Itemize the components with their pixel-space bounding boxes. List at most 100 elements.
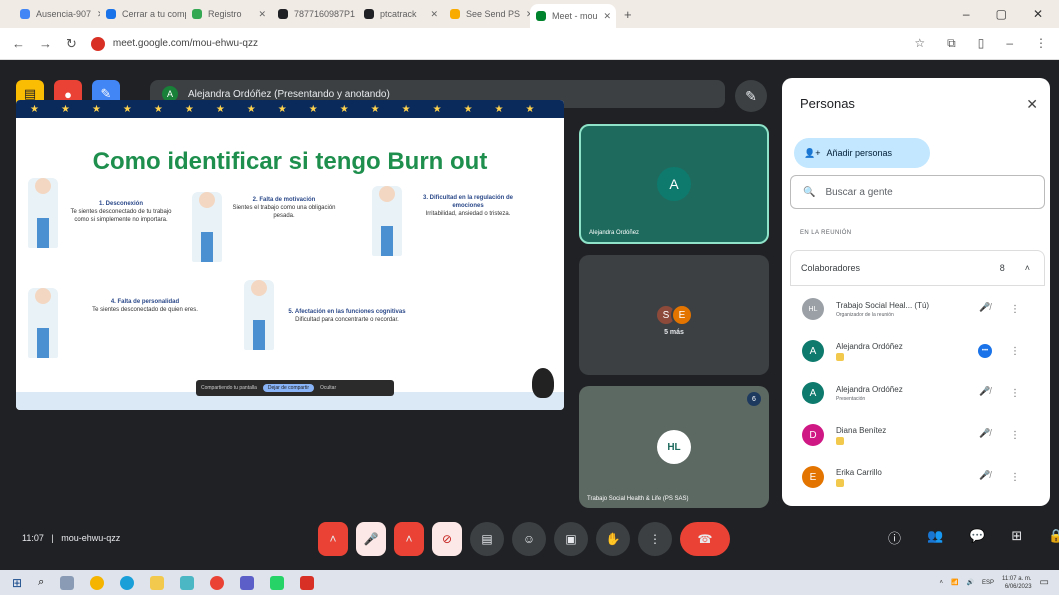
present-button[interactable]: ▣ <box>554 522 588 556</box>
participant-row[interactable]: A Alejandra Ordóñez ••• ⋮ <box>790 330 1045 372</box>
self-tile[interactable]: HL 6 Trabajo Social Health & Life (PS SA… <box>579 386 769 508</box>
call-controls-bar: 11:07 | mou-ehwu-qzz ˄ 🎤 ˄ ⊘ ▤ ☺ ▣ ✋ ⋮ ☎… <box>0 520 1059 560</box>
participant-avatar: A <box>657 167 691 201</box>
penguin-illustration <box>532 368 554 398</box>
file-explorer-icon[interactable] <box>150 575 165 590</box>
center-controls: ˄ 🎤 ˄ ⊘ ▤ ☺ ▣ ✋ ⋮ ☎ <box>318 522 730 556</box>
meeting-time: 11:07 <box>22 533 44 543</box>
app-icon[interactable] <box>180 575 195 590</box>
info-icon[interactable]: ⓘ <box>888 528 901 547</box>
participant-tile[interactable]: A Alejandra Ordóñez <box>579 124 769 244</box>
browser-tab[interactable]: See Send PS ✕ <box>444 4 530 24</box>
new-tab-icon[interactable]: + <box>624 7 632 22</box>
tab-close-icon[interactable]: ✕ <box>258 9 266 20</box>
tab-favicon-icon <box>450 9 460 19</box>
site-info-icon[interactable] <box>90 36 105 51</box>
mic-off-button[interactable]: 🎤 <box>356 522 386 556</box>
tray-chevron-icon[interactable]: ˄ <box>939 580 943 586</box>
block-title: 2. Falta de motivación <box>252 197 316 203</box>
participant-avatar: E <box>802 466 824 488</box>
browser-tab[interactable]: Ausencia-907✕ <box>14 4 100 24</box>
tab-close-icon[interactable]: ✕ <box>430 9 438 20</box>
acrobat-icon[interactable] <box>300 575 315 590</box>
more-options-icon[interactable]: ⋮ <box>1010 472 1020 483</box>
browser-tab[interactable]: 7877160987P1✕ <box>272 4 358 24</box>
meeting-code: mou-ehwu-qzz <box>61 533 121 543</box>
participant-row[interactable]: HL Trabajo Social Heal... (Tú) Organizado… <box>790 288 1045 330</box>
activities-icon[interactable]: ⊞ <box>1011 528 1022 547</box>
block-text: Irritabilidad, ansiedad o tristeza. <box>425 211 511 217</box>
chat-icon[interactable]: 💬 <box>969 528 985 547</box>
captions-button[interactable]: ▤ <box>470 522 504 556</box>
chrome-icon[interactable] <box>90 575 105 590</box>
back-icon[interactable]: ← <box>12 36 25 51</box>
volume-icon[interactable]: 🔊 <box>966 579 973 586</box>
browser-tab[interactable]: Cerrar a tu comp✕ <box>100 4 186 24</box>
tab-favicon-icon <box>106 9 116 19</box>
search-icon[interactable]: ⌕ <box>38 576 44 589</box>
section-header: EN LA REUNIÓN <box>800 230 852 236</box>
chrome-alt-icon[interactable] <box>210 575 225 590</box>
more-options-button[interactable]: ⋮ <box>638 522 672 556</box>
extension-icon[interactable]: ⧉ <box>947 36 956 51</box>
bookmark-star-icon[interactable]: ☆ <box>914 36 925 51</box>
participant-avatar: A <box>802 382 824 404</box>
side-panel-icon[interactable]: ▯ <box>978 36 985 51</box>
task-view-icon[interactable] <box>60 575 75 590</box>
audio-options-chevron-icon[interactable]: ˄ <box>318 522 348 556</box>
browser-tab-active[interactable]: Meet - mou ✕ <box>530 4 616 28</box>
participant-row[interactable]: A Alejandra Ordóñez Presentación 🎤̸ ⋮ <box>790 372 1045 414</box>
start-icon[interactable]: ⊞ <box>12 576 22 590</box>
block-title: 5. Afectación en las funciones cognitiva… <box>288 309 406 315</box>
chevron-up-icon[interactable]: ˄ <box>1025 263 1030 273</box>
forward-icon[interactable]: → <box>39 36 52 51</box>
annotate-pen-icon[interactable]: ✎ <box>735 80 767 112</box>
raise-hand-button[interactable]: ✋ <box>596 522 630 556</box>
leave-call-button[interactable]: ☎ <box>680 522 730 556</box>
people-icon[interactable]: 👥 <box>927 528 943 547</box>
url-field[interactable]: meet.google.com/mou-ehwu-qzz <box>90 36 871 51</box>
reload-icon[interactable]: ↻ <box>66 36 77 52</box>
more-options-icon[interactable]: ⋮ <box>1010 346 1020 357</box>
host-badge <box>836 352 844 361</box>
edge-icon[interactable] <box>120 575 135 590</box>
tab-close-icon[interactable]: ✕ <box>604 11 612 22</box>
slide-block: 5. Afectación en las funciones cognitiva… <box>288 308 406 324</box>
maximize-icon[interactable]: ▢ <box>996 7 1007 21</box>
mic-off-icon: 🎤̸ <box>979 428 991 438</box>
emoji-button[interactable]: ☺ <box>512 522 546 556</box>
meeting-time-code: 11:07 | mou-ehwu-qzz <box>22 533 121 543</box>
minimize-icon[interactable]: – <box>963 7 970 21</box>
people-search-input[interactable]: 🔍 Buscar a gente <box>790 175 1045 209</box>
contributors-group[interactable]: Colaboradores 8 ˄ <box>790 250 1045 286</box>
notifications-icon[interactable]: ▭ <box>1040 577 1049 588</box>
more-options-icon[interactable]: ⋮ <box>1010 388 1020 399</box>
close-window-icon[interactable]: ✕ <box>1033 7 1043 21</box>
whatsapp-icon[interactable] <box>270 575 285 590</box>
camera-off-button[interactable]: ⊘ <box>432 522 462 556</box>
more-options-icon[interactable]: ⋮ <box>1010 430 1020 441</box>
participant-avatar: E <box>671 304 693 326</box>
close-panel-icon[interactable]: ✕ <box>1026 96 1038 113</box>
clock[interactable]: 11:07 a. m. 6/06/2023 <box>1002 575 1032 591</box>
teams-icon[interactable] <box>240 575 255 590</box>
browser-tab[interactable]: ptcatrack ✕ <box>358 4 444 24</box>
participant-row[interactable]: D Diana Benítez 🎤̸ ⋮ <box>790 414 1045 456</box>
host-controls-icon[interactable]: 🔒 <box>1048 528 1059 547</box>
tab-label: Meet - mou <box>552 11 598 21</box>
os-taskbar: ⊞ ⌕ ˄ 📶 🔊 ESP 11:07 a. m. 6/06/2023 ▭ <box>0 570 1059 595</box>
tab-label: ptcatrack <box>380 9 417 19</box>
clock-time: 11:07 a. m. <box>1001 575 1032 582</box>
minimize-icon[interactable]: – <box>1006 36 1013 51</box>
video-options-chevron-icon[interactable]: ˄ <box>394 522 424 556</box>
more-options-icon[interactable]: ⋮ <box>1010 304 1020 315</box>
stop-sharing-button[interactable]: Dejar de compartir <box>262 384 315 392</box>
add-people-button[interactable]: 👤+ Añadir personas <box>794 138 930 168</box>
hide-share-bar-button[interactable]: Ocultar <box>320 385 336 391</box>
input-language[interactable]: ESP <box>982 580 994 586</box>
menu-icon[interactable]: ⋮ <box>1035 36 1047 51</box>
browser-tab[interactable]: Registro ✕ <box>186 4 272 24</box>
others-tile[interactable]: S E 5 más <box>579 255 769 375</box>
participant-row[interactable]: E Erika Carrillo 🎤̸ ⋮ <box>790 456 1045 498</box>
wifi-icon[interactable]: 📶 <box>951 579 958 586</box>
